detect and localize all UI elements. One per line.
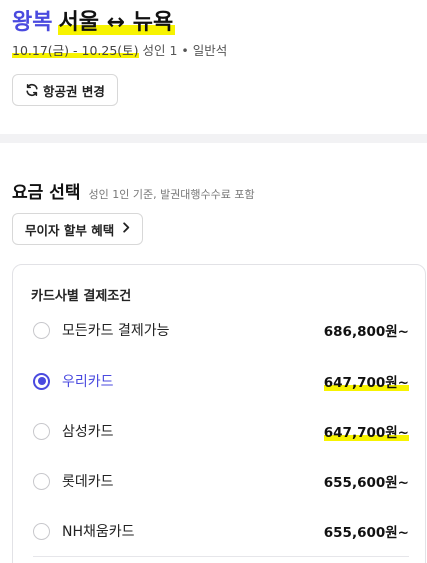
change-ticket-label: 항공권 변경	[43, 83, 105, 99]
installment-benefit-label: 무이자 할부 혜택	[25, 222, 115, 238]
trip-summary: 10.17(금) - 10.25(토) 성인 1 • 일반석	[12, 42, 417, 60]
card-option-price: 647,700원~	[323, 421, 409, 441]
card-option-samsung[interactable]: 삼성카드 647,700원~	[33, 419, 409, 443]
card-option-label: 우리카드	[62, 374, 114, 390]
fare-header: 요금 선택 성인 1인 기준, 발권대행수수료 포함	[12, 178, 255, 203]
card-option-woori[interactable]: 우리카드 647,700원~	[33, 369, 409, 393]
trip-title: 왕복 서울 ↔ 뉴욕	[12, 8, 417, 38]
radio-button-selected[interactable]	[33, 372, 50, 390]
refresh-icon	[25, 83, 39, 97]
radio-button[interactable]	[33, 472, 50, 490]
installment-benefit-button[interactable]: 무이자 할부 혜택	[12, 213, 144, 245]
trip-dates: 10.17(금) - 10.25(토)	[12, 43, 139, 58]
chevron-right-icon	[122, 221, 130, 237]
trip-route: 서울 ↔ 뉴욕	[58, 10, 176, 35]
card-option-lotte[interactable]: 롯데카드 655,600원~	[33, 469, 409, 493]
card-option-price: 655,600원~	[323, 475, 409, 491]
card-conditions-panel: 카드사별 결제조건 모든카드 결제가능 686,800원~ 우리카드 647,7…	[12, 264, 426, 563]
panel-divider	[33, 556, 409, 557]
card-conditions-title: 카드사별 결제조건	[31, 289, 132, 304]
card-option-price: 686,800원~	[323, 324, 409, 340]
section-divider	[0, 134, 427, 143]
fare-title: 요금 선택	[12, 183, 81, 203]
card-option-label: NH채움카드	[62, 524, 135, 540]
card-option-label: 모든카드 결제가능	[62, 323, 170, 339]
card-option-price: 647,700원~	[323, 371, 409, 391]
change-ticket-button[interactable]: 항공권 변경	[12, 74, 118, 106]
trip-type: 왕복	[12, 10, 53, 35]
radio-button[interactable]	[33, 321, 50, 339]
trip-header: 왕복 서울 ↔ 뉴욕 10.17(금) - 10.25(토) 성인 1 • 일반석	[12, 8, 417, 60]
card-option-label: 롯데카드	[62, 474, 114, 490]
fare-note: 성인 1인 기준, 발권대행수수료 포함	[88, 188, 255, 201]
card-option-nh[interactable]: NH채움카드 655,600원~	[33, 519, 409, 543]
radio-button[interactable]	[33, 522, 50, 540]
card-option-label: 삼성카드	[62, 424, 114, 440]
radio-button[interactable]	[33, 422, 50, 440]
card-option-price: 655,600원~	[323, 525, 409, 541]
trip-passenger-class: 성인 1 • 일반석	[138, 43, 228, 58]
card-option-all[interactable]: 모든카드 결제가능 686,800원~	[33, 318, 409, 342]
